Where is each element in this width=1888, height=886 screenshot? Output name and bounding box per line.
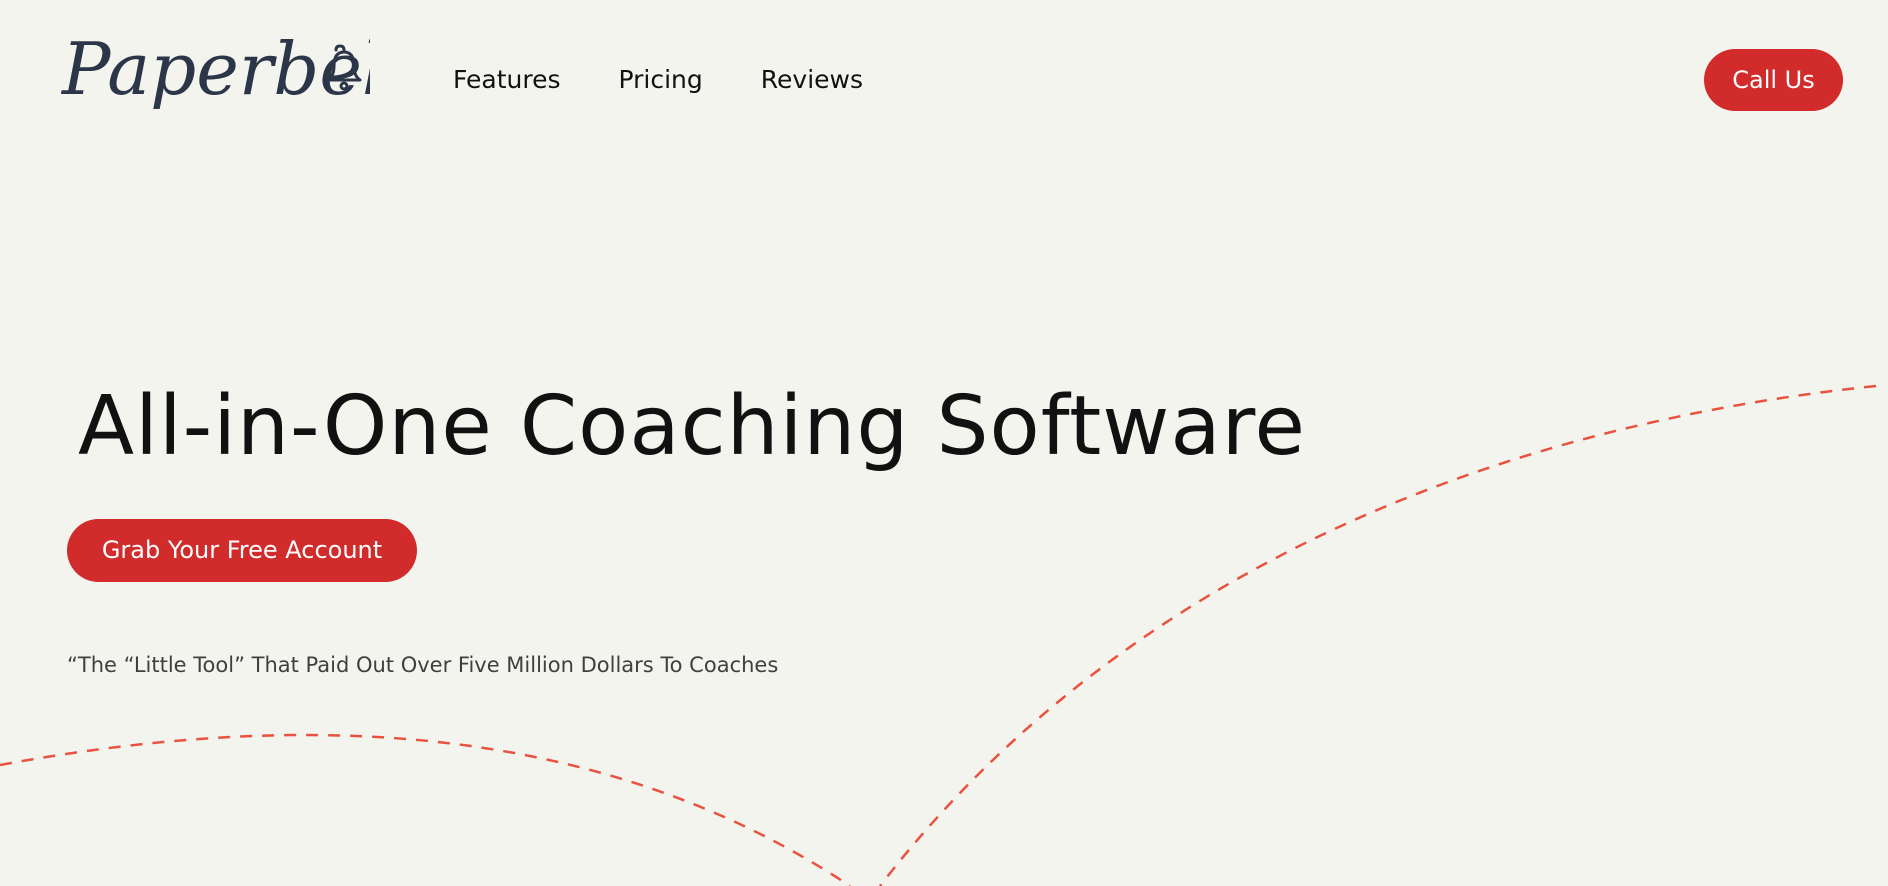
logo[interactable]: Paperbell: [60, 10, 370, 140]
logo-text: Paperbell: [60, 27, 370, 111]
nav-link-reviews[interactable]: Reviews: [761, 60, 863, 100]
main-nav: Features Pricing Reviews: [453, 60, 863, 100]
grab-free-account-button[interactable]: Grab Your Free Account: [67, 519, 417, 582]
site-header: Paperbell Features Pricing Reviews Call …: [0, 0, 1888, 160]
dashed-curve-left: [0, 733, 851, 886]
nav-link-features[interactable]: Features: [453, 60, 561, 100]
nav-link-pricing[interactable]: Pricing: [619, 60, 703, 100]
hero-tagline: “The “Little Tool” That Paid Out Over Fi…: [67, 653, 779, 677]
hero-title: All-in-One Coaching Software: [78, 379, 1306, 474]
call-us-button[interactable]: Call Us: [1704, 49, 1843, 111]
